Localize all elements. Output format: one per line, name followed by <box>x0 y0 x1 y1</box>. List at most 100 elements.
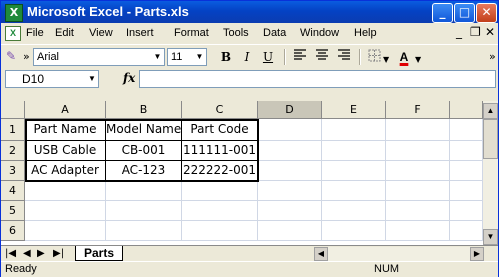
cell-b5[interactable] <box>106 201 182 221</box>
row-header-1[interactable]: 1 <box>1 119 25 141</box>
menu-edit[interactable]: Edit <box>55 26 74 40</box>
cell-b2[interactable]: CB-001 <box>106 141 182 161</box>
column-header-e[interactable]: E <box>322 101 386 119</box>
italic-button[interactable]: I <box>238 49 256 65</box>
row-header-4[interactable]: 4 <box>1 181 25 201</box>
cell-a6[interactable] <box>25 221 106 241</box>
cell-a3[interactable]: AC Adapter <box>25 161 106 181</box>
cell-f2[interactable] <box>386 141 450 161</box>
cell-f6[interactable] <box>386 221 450 241</box>
column-header-b[interactable]: B <box>106 101 182 119</box>
doc-close-button[interactable]: ✕ <box>485 25 495 40</box>
chevron-down-icon[interactable]: ▼ <box>193 49 206 65</box>
last-sheet-icon[interactable]: ▶| <box>53 247 64 260</box>
cell-c3[interactable]: 222222-001 <box>182 161 258 181</box>
prev-sheet-icon[interactable]: ◀ <box>23 247 31 260</box>
cell-a1[interactable]: Part Name <box>25 119 106 141</box>
next-sheet-icon[interactable]: ▶ <box>37 247 45 260</box>
menu-help[interactable]: Help <box>354 26 377 40</box>
horizontal-scrollbar[interactable]: ◀ ▶ <box>314 247 484 261</box>
cell-e3[interactable] <box>322 161 386 181</box>
cell-g1[interactable] <box>450 119 483 141</box>
column-header-g[interactable] <box>450 101 483 119</box>
cell-f5[interactable] <box>386 201 450 221</box>
chevron-down-icon[interactable]: ▼ <box>151 49 164 65</box>
select-all-corner[interactable] <box>1 101 25 119</box>
scroll-down-icon[interactable]: ▼ <box>483 229 498 245</box>
cell-b1[interactable]: Model Name <box>106 119 182 141</box>
cell-c6[interactable] <box>182 221 258 241</box>
formula-input[interactable] <box>139 70 496 88</box>
row-header-2[interactable]: 2 <box>1 141 25 161</box>
minimize-button[interactable]: _ <box>432 3 453 23</box>
cell-g2[interactable] <box>450 141 483 161</box>
chevron-down-icon[interactable]: ▼ <box>415 52 421 67</box>
cell-d6[interactable] <box>258 221 322 241</box>
title-bar[interactable]: X Microsoft Excel - Parts.xls _ □ ✕ <box>1 1 498 23</box>
sheet-tab-parts[interactable]: Parts <box>75 246 123 261</box>
cell-e2[interactable] <box>322 141 386 161</box>
cell-a4[interactable] <box>25 181 106 201</box>
cell-d5[interactable] <box>258 201 322 221</box>
cell-c2[interactable]: 111111-001 <box>182 141 258 161</box>
cell-e6[interactable] <box>322 221 386 241</box>
column-header-c[interactable]: C <box>182 101 258 119</box>
cell-c4[interactable] <box>182 181 258 201</box>
cell-a2[interactable]: USB Cable <box>25 141 106 161</box>
cell-f1[interactable] <box>386 119 450 141</box>
name-box[interactable]: D10 ▼ <box>5 70 99 88</box>
first-sheet-icon[interactable]: |◀ <box>5 247 16 260</box>
align-right-icon[interactable] <box>335 49 353 65</box>
menu-format[interactable]: Format <box>174 26 209 40</box>
function-icon[interactable]: fx <box>123 71 135 85</box>
font-color-button[interactable]: A <box>395 49 413 65</box>
cell-b6[interactable] <box>106 221 182 241</box>
cell-g4[interactable] <box>450 181 483 201</box>
scroll-up-icon[interactable]: ▲ <box>483 103 498 119</box>
cell-g5[interactable] <box>450 201 483 221</box>
menu-tools[interactable]: Tools <box>223 26 249 40</box>
doc-restore-button[interactable]: ❐ <box>470 25 481 40</box>
bold-button[interactable]: B <box>217 49 235 65</box>
align-left-icon[interactable] <box>291 49 309 65</box>
toolbar-overflow-icon[interactable]: » <box>23 49 30 64</box>
toolbar-overflow-icon[interactable]: » <box>489 49 496 64</box>
menu-window[interactable]: Window <box>300 26 339 40</box>
scroll-right-icon[interactable]: ▶ <box>470 247 484 261</box>
cell-e1[interactable] <box>322 119 386 141</box>
menu-data[interactable]: Data <box>263 26 286 40</box>
workbook-icon[interactable]: X <box>5 26 21 41</box>
menu-insert[interactable]: Insert <box>126 26 154 40</box>
menu-view[interactable]: View <box>89 26 113 40</box>
cell-b3[interactable]: AC-123 <box>106 161 182 181</box>
doc-minimize-button[interactable]: _ <box>456 25 462 40</box>
cell-d4[interactable] <box>258 181 322 201</box>
cell-d1[interactable] <box>258 119 322 141</box>
close-button[interactable]: ✕ <box>476 3 497 23</box>
cell-d2[interactable] <box>258 141 322 161</box>
chevron-down-icon[interactable]: ▼ <box>86 71 98 87</box>
align-center-icon[interactable] <box>313 49 331 65</box>
cell-f4[interactable] <box>386 181 450 201</box>
cell-c5[interactable] <box>182 201 258 221</box>
cell-b4[interactable] <box>106 181 182 201</box>
chevron-down-icon[interactable]: ▼ <box>383 52 389 67</box>
scroll-left-icon[interactable]: ◀ <box>314 247 328 261</box>
cell-g3[interactable] <box>450 161 483 181</box>
vertical-scroll-thumb[interactable] <box>483 119 498 159</box>
maximize-button[interactable]: □ <box>454 3 475 23</box>
column-header-a[interactable]: A <box>25 101 106 119</box>
cell-g6[interactable] <box>450 221 483 241</box>
row-header-3[interactable]: 3 <box>1 161 25 181</box>
cell-f3[interactable] <box>386 161 450 181</box>
column-header-d[interactable]: D <box>258 101 322 119</box>
font-name-combo[interactable]: Arial ▼ <box>33 48 165 66</box>
cell-d3[interactable] <box>258 161 322 181</box>
cell-a5[interactable] <box>25 201 106 221</box>
toolbar-options-icon[interactable]: ✎ <box>6 49 16 64</box>
row-header-5[interactable]: 5 <box>1 201 25 221</box>
borders-icon[interactable] <box>365 49 383 65</box>
cell-c1[interactable]: Part Code <box>182 119 258 141</box>
row-header-6[interactable]: 6 <box>1 221 25 241</box>
column-header-f[interactable]: F <box>386 101 450 119</box>
